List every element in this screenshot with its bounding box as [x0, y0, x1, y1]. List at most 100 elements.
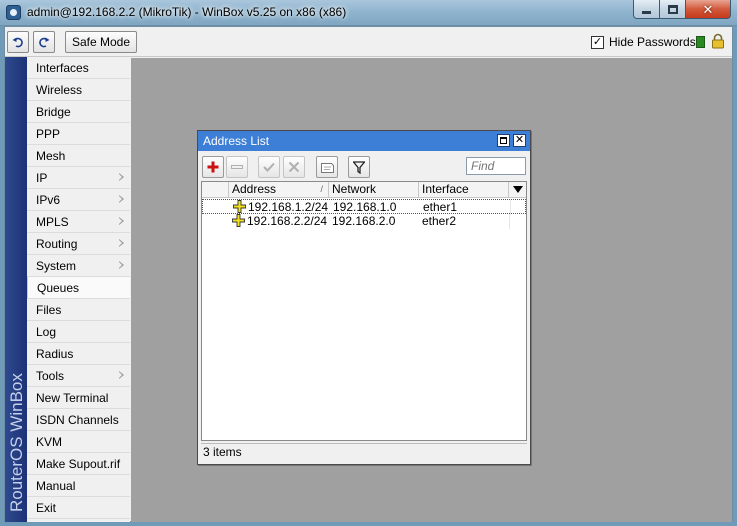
sidebar: RouterOS WinBox Interfaces Wireless Bridge… — [5, 57, 130, 522]
sidebar-item-label: IP — [36, 171, 48, 185]
safe-mode-button[interactable]: Safe Mode — [65, 31, 137, 53]
sidebar-item-make-supout-rif[interactable]: Make Supout.rif — [27, 453, 130, 475]
submenu-arrow-icon — [119, 173, 124, 181]
sidebar-item-system[interactable]: System — [27, 255, 130, 277]
table-row[interactable]: 192.168.2.2/24 192.168.2.0 ether2 — [202, 214, 526, 229]
sidebar-item-label: Wireless — [36, 83, 83, 97]
sidebar-item-kvm[interactable]: KVM — [27, 431, 130, 453]
sidebar-item-tools[interactable]: Tools — [27, 365, 130, 387]
sidebar-item-routing[interactable]: Routing — [27, 233, 130, 255]
close-button[interactable]: ✕ — [686, 0, 731, 19]
comment-button[interactable] — [316, 156, 338, 178]
submenu-arrow-icon — [119, 239, 124, 247]
add-button[interactable] — [202, 156, 224, 178]
disable-button[interactable] — [283, 156, 305, 178]
enable-button[interactable] — [258, 156, 280, 178]
maximize-button[interactable] — [660, 0, 686, 19]
plus-icon — [207, 161, 219, 173]
sidebar-item-label: Mesh — [36, 149, 66, 163]
address-list-window: Address List ✕ Find Address / Network In… — [197, 130, 531, 465]
column-label-address: Address — [232, 182, 277, 196]
address-list-close-button[interactable]: ✕ — [513, 134, 526, 147]
sidebar-item-files[interactable]: Files — [27, 299, 130, 321]
sidebar-item-manual[interactable]: Manual — [27, 475, 130, 497]
sidebar-item-label: Interfaces — [36, 61, 89, 75]
address-list-maximize-button[interactable] — [497, 134, 510, 147]
main-toolbar: Safe Mode ✓ Hide Passwords — [5, 27, 732, 57]
sidebar-item-label: IPv6 — [36, 193, 61, 207]
sidebar-item-label: KVM — [36, 435, 63, 449]
cell-network: 192.168.2.0 — [332, 214, 396, 228]
cell-address: 192.168.2.2/24 — [247, 214, 328, 228]
submenu-arrow-icon — [119, 195, 124, 203]
sidebar-item-ipv6[interactable]: IPv6 — [27, 189, 130, 211]
find-input[interactable] — [466, 157, 526, 175]
cell-address: 192.168.1.2/24 — [248, 200, 329, 214]
sidebar-item-isdn-channels[interactable]: ISDN Channels — [27, 409, 130, 431]
hide-passwords-label: Hide Passwords — [609, 35, 696, 49]
sidebar-item-new-terminal[interactable]: New Terminal — [27, 387, 130, 409]
maximize-icon — [500, 137, 507, 144]
sidebar-item-label: System — [36, 259, 77, 273]
cell-network: 192.168.1.0 — [333, 200, 397, 214]
sidebar-item-wireless[interactable]: Wireless — [27, 79, 130, 101]
maximize-icon — [667, 4, 678, 14]
hide-passwords-toggle[interactable]: ✓ Hide Passwords — [591, 35, 696, 49]
cell-empty — [510, 200, 527, 215]
dropdown-arrow-icon — [513, 186, 523, 193]
sidebar-item-label: Queues — [37, 281, 80, 295]
address-table: Address / Network Interface 192.168.1.2/… — [201, 181, 527, 441]
table-row[interactable]: 192.168.1.2/24 192.168.1.0 ether1 — [202, 199, 527, 215]
sidebar-item-label: Make Supout.rif — [36, 457, 121, 471]
sidebar-item-label: New Terminal — [36, 391, 109, 405]
sidebar-item-interfaces[interactable]: Interfaces — [27, 57, 130, 79]
address-plus-icon — [232, 214, 246, 229]
sidebar-item-label: Manual — [36, 479, 76, 493]
address-list-title: Address List — [203, 134, 270, 148]
address-plus-icon — [233, 200, 247, 215]
cell-interface: ether1 — [423, 200, 458, 214]
sidebar-item-log[interactable]: Log — [27, 321, 130, 343]
sidebar-item-label: MPLS — [36, 215, 69, 229]
sidebar-item-radius[interactable]: Radius — [27, 343, 130, 365]
hide-passwords-checkbox[interactable]: ✓ — [591, 35, 604, 49]
sidebar-item-ip[interactable]: IP — [27, 167, 130, 189]
sort-indicator-icon: / — [320, 184, 323, 194]
sidebar-item-ppp[interactable]: PPP — [27, 123, 130, 145]
redo-button[interactable] — [33, 31, 55, 53]
redo-icon — [39, 37, 50, 48]
sidebar-menu: Interfaces Wireless Bridge PPP Mesh IP IPv6 MPL… — [27, 57, 130, 519]
comment-icon — [320, 163, 334, 173]
undo-icon — [12, 37, 23, 48]
connection-status-icon — [696, 36, 705, 48]
sidebar-item-mpls[interactable]: MPLS — [27, 211, 130, 233]
cell-empty — [509, 214, 526, 229]
sidebar-item-label: Exit — [36, 501, 57, 515]
status-bar: 3 items — [201, 443, 527, 461]
minimize-icon — [642, 10, 651, 14]
undo-button[interactable] — [7, 31, 29, 53]
minimize-button[interactable] — [633, 0, 660, 19]
sidebar-item-label: Log — [36, 325, 57, 339]
header-spacer — [202, 182, 229, 198]
remove-button[interactable] — [226, 156, 248, 178]
column-header-address[interactable]: Address / — [229, 182, 329, 198]
sidebar-item-label: PPP — [36, 127, 61, 141]
sidebar-item-bridge[interactable]: Bridge — [27, 101, 130, 123]
sidebar-item-exit[interactable]: Exit — [27, 497, 130, 519]
sidebar-item-queues[interactable]: Queues — [27, 277, 130, 299]
address-list-titlebar[interactable]: Address List ✕ — [198, 131, 530, 151]
sidebar-item-mesh[interactable]: Mesh — [27, 145, 130, 167]
window-titlebar: admin@192.168.2.2 (MikroTik) - WinBox v5… — [0, 0, 737, 26]
window-title: admin@192.168.2.2 (MikroTik) - WinBox v5… — [27, 5, 347, 19]
column-header-network[interactable]: Network — [329, 182, 419, 198]
column-header-interface[interactable]: Interface — [419, 182, 509, 198]
filter-button[interactable] — [348, 156, 370, 178]
column-selector-button[interactable] — [509, 182, 526, 198]
submenu-arrow-icon — [119, 217, 124, 225]
table-header: Address / Network Interface — [202, 182, 526, 198]
sidebar-item-label: Tools — [36, 369, 65, 383]
sidebar-item-label: Radius — [36, 347, 74, 361]
sidebar-item-label: Routing — [36, 237, 78, 251]
brand-label: RouterOS WinBox — [7, 373, 26, 512]
